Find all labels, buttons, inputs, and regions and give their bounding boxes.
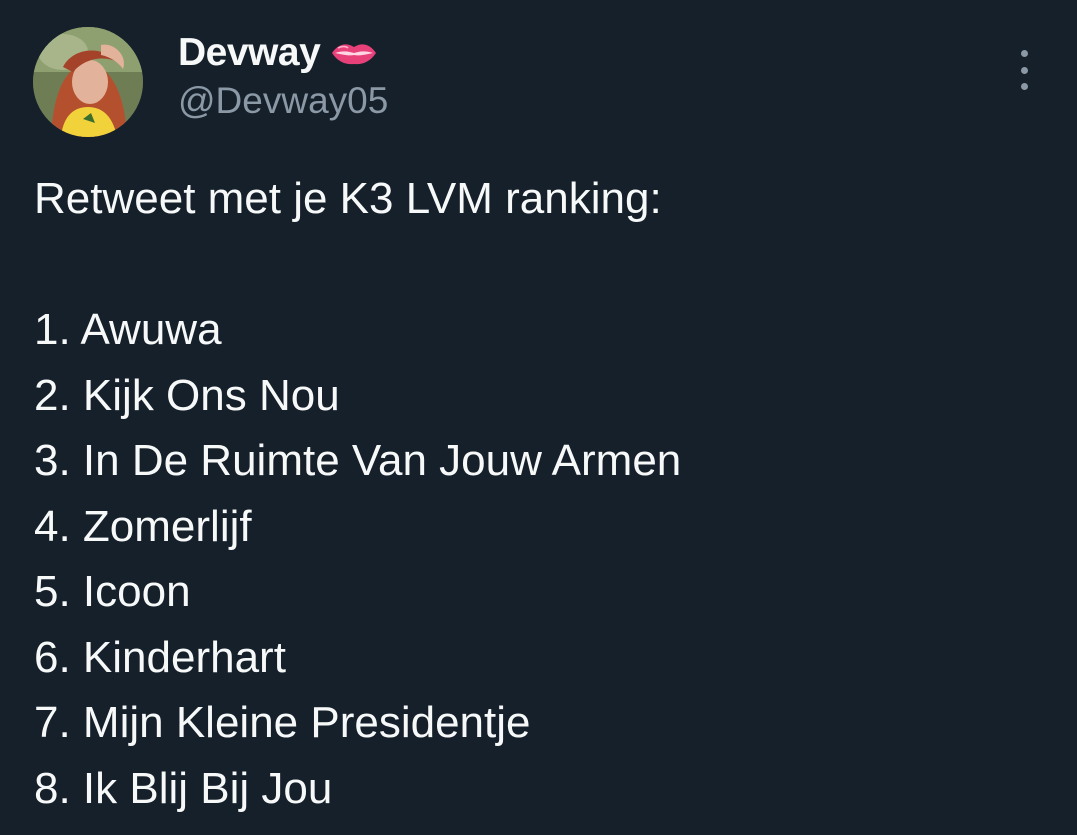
more-vertical-icon-dot-3	[1020, 83, 1028, 90]
author-name-row: Devway	[178, 30, 378, 76]
avatar[interactable]	[33, 27, 143, 137]
lips-icon	[330, 40, 378, 66]
tweet-card: Devway @Devway05 Retweet met je K3 LVM r…	[0, 0, 1077, 835]
ranking-item: 5. Icoon	[34, 567, 191, 616]
ranking-item: 6. Kinderhart	[34, 632, 286, 682]
ranking-item: 7. Mijn Kleine Presidentje	[34, 698, 531, 747]
more-options-button[interactable]	[1008, 50, 1040, 90]
ranking-item: 2. Kijk Ons Nou	[34, 370, 340, 420]
author-handle[interactable]: @Devway05	[178, 80, 388, 122]
ranking-item: 4. Zomerlijf	[34, 501, 252, 551]
ranking-item: 8. Ik Blij Bij Jou	[34, 763, 333, 813]
tweet-intro: Retweet met je K3 LVM ranking:	[34, 174, 662, 223]
more-vertical-icon	[1020, 50, 1028, 57]
ranking-item: 1. Awuwa	[34, 305, 222, 354]
tweet-text: Retweet met je K3 LVM ranking: 1. Awuwa …	[34, 166, 681, 821]
more-vertical-icon-dot-2	[1020, 66, 1028, 74]
display-name[interactable]: Devway	[178, 31, 321, 75]
ranking-item: 3. In De Ruimte Van Jouw Armen	[34, 436, 682, 485]
profile-photo-icon	[33, 27, 143, 137]
